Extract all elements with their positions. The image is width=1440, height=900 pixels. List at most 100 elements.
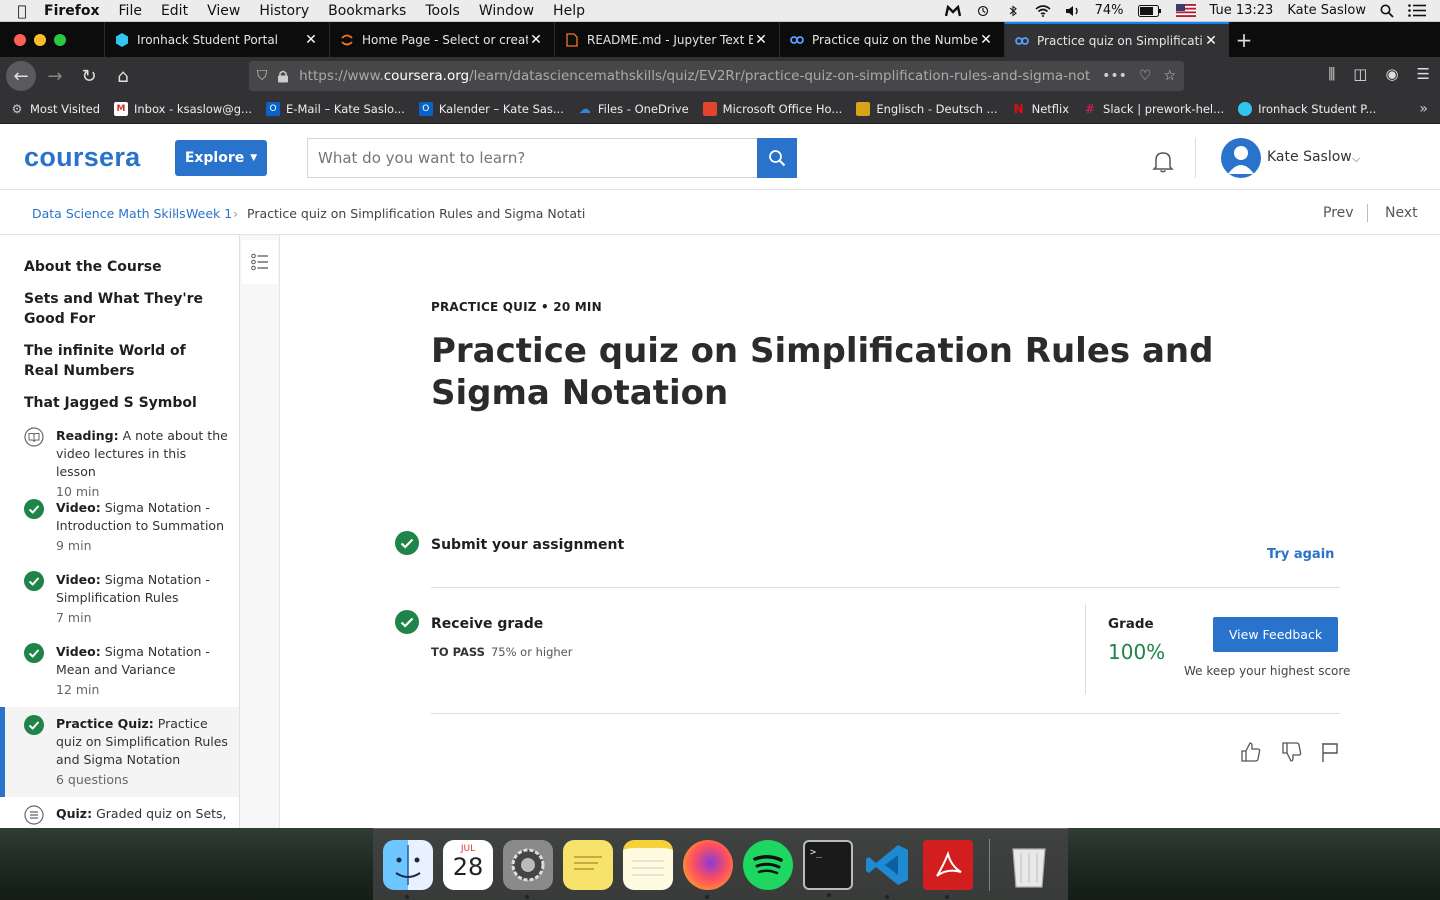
menu-help[interactable]: Help: [553, 3, 585, 19]
sidebar-item-video-intro[interactable]: Video: Sigma Notation - Introduction to …: [0, 499, 239, 555]
zoom-window-button[interactable]: [54, 34, 66, 46]
toc-toggle-button[interactable]: [242, 240, 278, 284]
close-tab-icon[interactable]: ✕: [753, 32, 769, 48]
menu-window[interactable]: Window: [479, 3, 534, 19]
bookmark-onedrive[interactable]: ☁ Files - OneDrive: [578, 102, 689, 116]
forward-arrow-icon[interactable]: →: [40, 61, 70, 91]
menu-edit[interactable]: Edit: [161, 3, 188, 19]
back-arrow-icon[interactable]: ←: [6, 61, 36, 91]
sidebar-item-reading[interactable]: Reading: A note about the video lectures…: [0, 427, 239, 501]
bookmark-office[interactable]: Microsoft Office Ho...: [702, 102, 842, 116]
tab-jupyter-home[interactable]: Home Page - Select or create a ✕: [329, 22, 554, 57]
bookmark-gmail[interactable]: M Inbox - ksaslow@g...: [114, 102, 252, 116]
bookmark-star-icon[interactable]: ☆: [1163, 68, 1176, 84]
menu-tools[interactable]: Tools: [425, 3, 460, 19]
sidebar-item-video-mean-variance[interactable]: Video: Sigma Notation - Mean and Varianc…: [0, 643, 239, 699]
spotify-icon[interactable]: [743, 839, 793, 890]
tab-ironhack[interactable]: Ironhack Student Portal ✕: [104, 22, 329, 57]
sidebar-toggle-icon[interactable]: ◫: [1353, 65, 1367, 83]
tab-quiz-number-line[interactable]: Practice quiz on the Number Li ✕: [779, 22, 1004, 57]
menu-file[interactable]: File: [119, 3, 142, 19]
volume-icon[interactable]: [1065, 5, 1081, 17]
bluetooth-icon[interactable]: [1005, 4, 1021, 17]
explore-button[interactable]: Explore ▼: [175, 140, 267, 176]
calendar-icon[interactable]: JUL 28: [443, 839, 493, 890]
bookmark-most-visited[interactable]: ⚙ Most Visited: [10, 102, 100, 116]
flag-icon[interactable]: [1318, 740, 1342, 764]
close-tab-icon[interactable]: ✕: [1203, 33, 1219, 49]
sidebar-section-real-numbers[interactable]: The infinite World of Real Numbers: [24, 341, 224, 381]
thumbs-up-icon[interactable]: [1239, 740, 1263, 764]
bookmark-ironhack[interactable]: Ironhack Student P...: [1238, 102, 1376, 116]
terminal-icon[interactable]: >_: [803, 839, 853, 897]
tab-quiz-simplification[interactable]: Practice quiz on Simplification R ✕: [1004, 22, 1229, 57]
bookmark-slack[interactable]: # Slack | prework-hel...: [1083, 102, 1224, 116]
chevron-down-icon[interactable]: ⌵: [1352, 152, 1360, 166]
tab-readme[interactable]: README.md - Jupyter Text Edit ✕: [554, 22, 779, 57]
more-actions-icon[interactable]: •••: [1102, 68, 1127, 84]
thumbs-down-icon[interactable]: [1280, 740, 1304, 764]
system-preferences-icon[interactable]: [503, 839, 553, 899]
menu-history[interactable]: History: [259, 3, 309, 19]
close-tab-icon[interactable]: ✕: [303, 32, 319, 48]
coursera-logo[interactable]: coursera: [24, 142, 140, 173]
bookmark-leo[interactable]: Englisch - Deutsch ...: [856, 102, 998, 116]
new-tab-icon[interactable]: +: [1229, 28, 1259, 57]
menu-app-name[interactable]: Firefox: [44, 3, 100, 19]
menubar-user[interactable]: Kate Saslow: [1287, 3, 1366, 18]
pocket-icon[interactable]: ♡: [1139, 68, 1152, 84]
sidebar-section-about[interactable]: About the Course: [24, 257, 224, 277]
firefox-icon[interactable]: [683, 839, 733, 899]
address-bar[interactable]: ⛉ https://www.coursera.org/learn/datasci…: [249, 61, 1184, 91]
wifi-icon[interactable]: [1035, 4, 1051, 17]
stickies-icon[interactable]: [563, 839, 613, 890]
avatar[interactable]: [1221, 138, 1261, 178]
library-icon[interactable]: ⫼: [1328, 65, 1335, 83]
url-text[interactable]: https://www.coursera.org/learn/datascien…: [289, 68, 1090, 84]
minimize-window-button[interactable]: [34, 34, 46, 46]
menu-bookmarks[interactable]: Bookmarks: [328, 3, 406, 19]
us-flag-icon[interactable]: [1175, 4, 1196, 17]
menubar-clock[interactable]: Tue 13:23: [1210, 3, 1274, 18]
next-link[interactable]: Next: [1385, 205, 1418, 221]
breadcrumb-week[interactable]: Week 1: [186, 206, 232, 221]
bookmark-outlook-calendar[interactable]: O Kalender – Kate Sas...: [418, 102, 564, 116]
notification-center-icon[interactable]: [1408, 4, 1426, 17]
menu-view[interactable]: View: [207, 3, 240, 19]
sidebar-item-practice-quiz[interactable]: Practice Quiz: Practice quiz on Simplifi…: [0, 707, 239, 797]
acrobat-icon[interactable]: [923, 839, 973, 899]
try-again-link[interactable]: Try again: [1267, 547, 1334, 562]
sidebar-item-video-simplification[interactable]: Video: Sigma Notation - Simplification R…: [0, 571, 239, 627]
prev-link[interactable]: Prev: [1323, 205, 1354, 221]
sidebar-section-jagged-s[interactable]: That Jagged S Symbol: [24, 393, 224, 413]
spotlight-icon[interactable]: [1380, 4, 1394, 18]
bookmark-netflix[interactable]: N Netflix: [1012, 102, 1069, 116]
search-button[interactable]: [757, 138, 797, 178]
search-input[interactable]: [307, 138, 757, 178]
malwarebytes-icon[interactable]: [944, 4, 961, 17]
account-icon[interactable]: ◉: [1385, 65, 1398, 83]
shield-icon[interactable]: ⛉: [257, 68, 267, 84]
apple-icon[interactable]: : [0, 2, 44, 20]
breadcrumb-course[interactable]: Data Science Math Skills: [32, 206, 186, 221]
home-icon[interactable]: ⌂: [108, 61, 138, 91]
close-window-button[interactable]: [14, 34, 26, 46]
close-tab-icon[interactable]: ✕: [978, 32, 994, 48]
notes-icon[interactable]: [623, 839, 673, 890]
lock-icon[interactable]: [277, 70, 289, 83]
battery-icon[interactable]: [1137, 4, 1162, 17]
reload-icon[interactable]: ↻: [74, 61, 104, 91]
vscode-icon[interactable]: [863, 840, 913, 899]
close-tab-icon[interactable]: ✕: [528, 32, 544, 48]
user-name[interactable]: Kate Saslow: [1267, 149, 1352, 165]
finder-icon[interactable]: [383, 839, 433, 899]
time-machine-icon[interactable]: [975, 5, 991, 17]
bookmark-outlook-mail[interactable]: O E-Mail – Kate Saslo...: [266, 102, 405, 116]
trash-icon[interactable]: [1004, 840, 1054, 890]
sidebar-section-sets[interactable]: Sets and What They're Good For: [24, 289, 224, 329]
sidebar-item-graded-quiz[interactable]: Quiz: Graded quiz on Sets,: [0, 805, 239, 825]
hamburger-menu-icon[interactable]: ☰: [1417, 65, 1430, 83]
chevron-right-icon[interactable]: »: [1419, 101, 1428, 117]
view-feedback-button[interactable]: View Feedback: [1213, 617, 1338, 652]
bell-icon[interactable]: [1150, 148, 1176, 174]
